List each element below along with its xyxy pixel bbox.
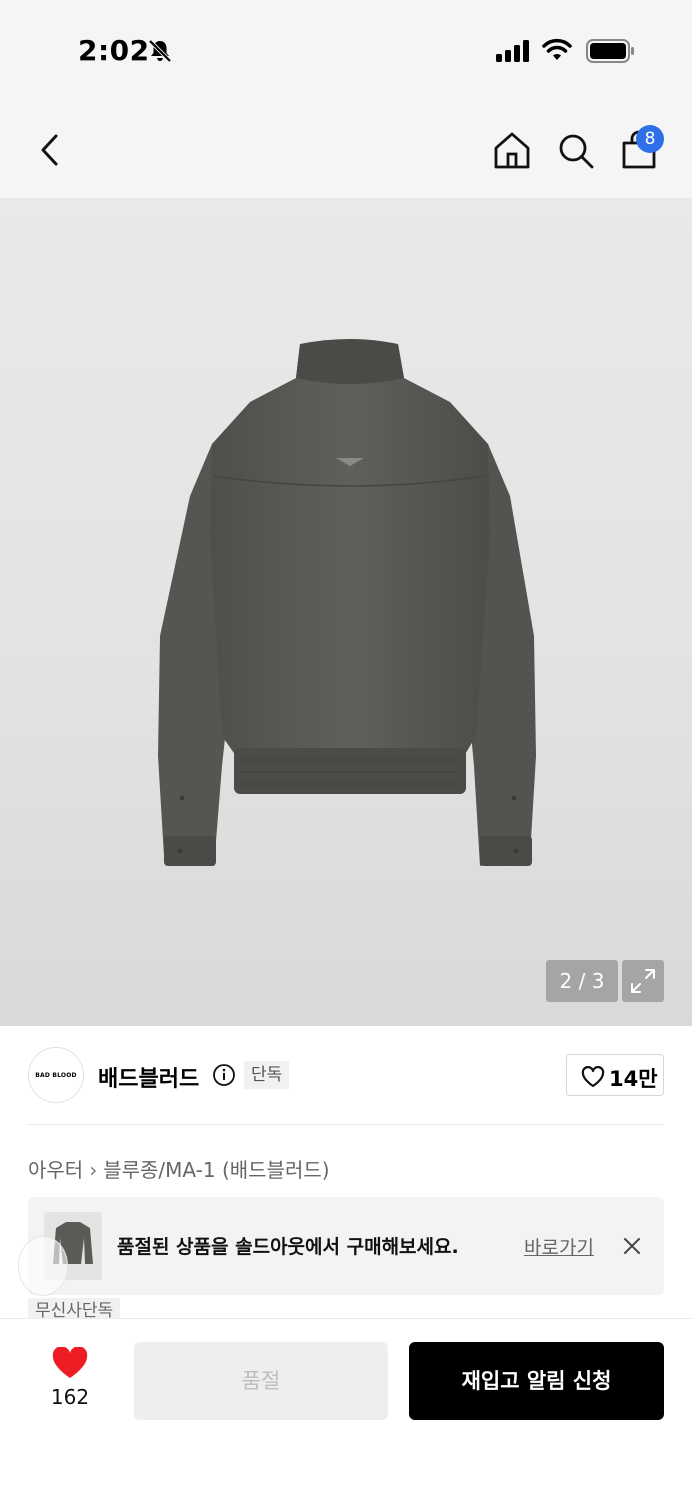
floating-circle: [18, 1236, 68, 1296]
soldout-banner-message: 품절된 상품을 솔드아웃에서 구매해보세요.: [117, 1236, 459, 1258]
home-icon[interactable]: [492, 130, 532, 170]
heart-filled-icon[interactable]: [52, 1347, 88, 1379]
status-time: 2:02: [78, 34, 150, 67]
cart-count-badge: 8: [636, 125, 664, 153]
soldout-banner-link[interactable]: 바로가기: [524, 1233, 594, 1260]
breadcrumb: 아우터 › 블루종/MA-1 (배드블러드): [28, 1154, 330, 1183]
heart-outline-icon: [581, 1066, 605, 1088]
exclusive-badge: 단독: [244, 1061, 290, 1089]
soldout-button[interactable]: 품절: [134, 1342, 388, 1420]
search-icon[interactable]: [556, 131, 596, 171]
back-arrow-icon[interactable]: [34, 130, 68, 170]
image-page-indicator: 2 / 3: [546, 960, 618, 1002]
product-image-gallery[interactable]: 2 / 3: [0, 198, 692, 1026]
breadcrumb-category[interactable]: 아우터: [28, 1158, 83, 1182]
brand-like-count: 14만: [609, 1067, 658, 1091]
product-image: [158, 339, 536, 866]
brand-row: BAD BLOOD 배드블러드 단독 14만: [0, 1026, 692, 1126]
brand-name[interactable]: 배드블러드: [98, 1061, 199, 1093]
brand-logo[interactable]: BAD BLOOD: [28, 1047, 84, 1103]
bell-off-icon: [148, 39, 172, 63]
close-icon[interactable]: [622, 1236, 642, 1256]
divider: [28, 1124, 664, 1125]
battery-icon: [586, 39, 634, 63]
info-icon[interactable]: [212, 1063, 236, 1087]
bottom-action-bar: 162 품절 재입고 알림 신청: [0, 1318, 692, 1500]
expand-image-button[interactable]: [622, 960, 664, 1002]
signal-icon: [496, 40, 529, 62]
status-bar: 2:02: [0, 0, 692, 100]
breadcrumb-subcategory[interactable]: 블루종/MA-1 (배드블러드): [103, 1158, 329, 1182]
wifi-icon: [542, 38, 572, 60]
chevron-right-icon: ›: [89, 1158, 98, 1182]
soldout-banner: 품절된 상품을 솔드아웃에서 구매해보세요. 바로가기: [28, 1197, 664, 1295]
brand-like-button[interactable]: 14만: [566, 1054, 664, 1096]
expand-icon: [631, 969, 655, 993]
top-navigation: [0, 100, 692, 198]
wish-count: 162: [50, 1385, 90, 1409]
restock-alert-button[interactable]: 재입고 알림 신청: [409, 1342, 664, 1420]
